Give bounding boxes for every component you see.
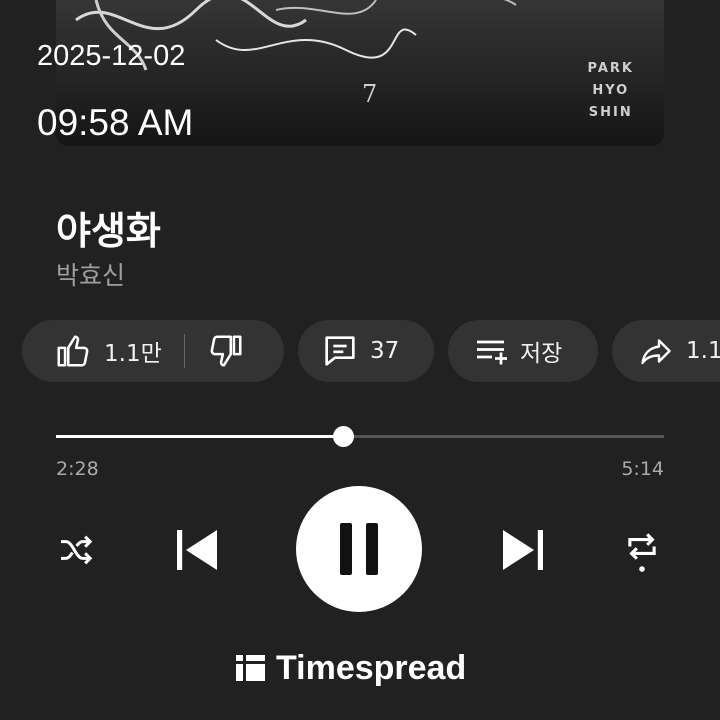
like-dislike-pill: 1.1만 [22,320,284,382]
comments-button[interactable]: 37 [298,320,434,382]
brand-name: Timespread [276,648,467,687]
comment-icon [325,336,355,366]
shuffle-icon [61,535,93,565]
pause-icon [340,523,378,575]
like-button[interactable]: 1.1만 [54,332,162,370]
progress-knob[interactable] [332,426,354,447]
dislike-button[interactable] [207,332,245,370]
album-credit-line: SHIN [588,105,633,120]
album-credit: PARK HYO SHIN [588,58,634,124]
playlist-add-icon [477,340,507,365]
progress-fill [56,435,343,438]
share-icon [641,339,671,365]
pill-divider [183,334,185,368]
next-button[interactable] [494,522,552,578]
thumb-up-icon [57,335,89,367]
artist-name[interactable]: 박효신 [56,256,125,292]
previous-button[interactable] [168,522,226,578]
current-time: 2:28 [56,458,99,480]
action-bar: 1.1만 37 저장 1.1 [0,320,720,382]
brand-watermark: Timespread [236,646,466,690]
save-button[interactable]: 저장 [448,320,598,382]
share-label: 1.1 [686,338,720,364]
timespread-logo-icon [236,655,265,681]
repeat-button[interactable] [618,522,666,578]
share-button[interactable]: 1.1 [612,320,720,382]
album-credit-line: PARK [587,61,634,76]
album-number: 7 [362,80,378,108]
album-credit-line: HYO [592,83,630,98]
overlay-date: 2025-12-02 [37,40,186,72]
total-time: 5:14 [621,458,664,480]
song-title: 야생화 [56,209,161,253]
comments-count: 37 [370,338,400,364]
overlay-time: 09:58 AM [37,102,194,143]
shuffle-button[interactable] [52,526,100,574]
play-pause-button[interactable] [296,486,422,612]
skip-next-icon [503,530,543,570]
thumb-down-icon [210,335,242,367]
repeat-icon [628,533,656,572]
progress-track[interactable] [56,426,664,447]
skip-previous-icon [177,530,217,570]
like-count: 1.1만 [104,341,162,367]
save-label: 저장 [520,341,563,367]
